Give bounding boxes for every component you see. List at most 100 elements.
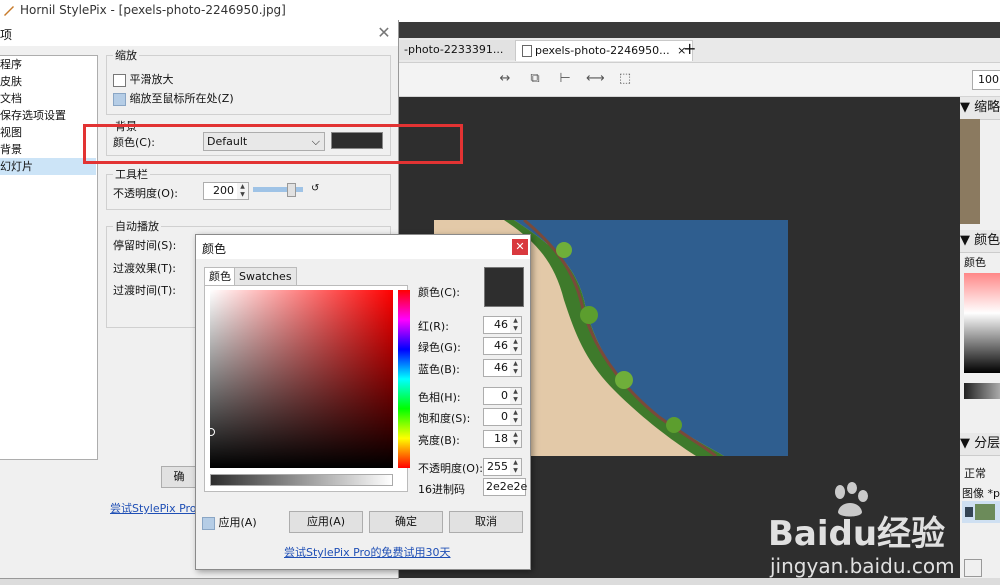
color-field-label: 饱和度(S): [418,412,471,425]
document-tabbar: -photo-2233391... pexels-photo-2246950..… [398,38,1000,63]
hex-input[interactable]: 2e2e2e [483,478,527,496]
blend-mode[interactable]: 正常 [964,465,986,481]
color-field-input[interactable]: 18 [483,430,512,448]
color-field-label: 亮度(B): [418,434,460,447]
opacity-spinner[interactable]: ▲ ▼ [237,182,249,200]
app-icon [4,6,14,16]
free-trial-link[interactable]: 尝试StylePix Pro的免费试用30天 [284,544,451,560]
options-titlebar: 项 ✕ [0,20,398,46]
current-color-swatch [484,267,524,307]
color-field-spinner[interactable]: ▲ ▼ [510,337,522,355]
tab-label: -photo-2233391... [404,43,504,56]
tab-photo-2233391[interactable]: -photo-2233391... [398,40,523,60]
color-picker-panel [204,285,410,492]
arrange-icon[interactable]: ⧉ [526,71,544,87]
smooth-zoom-checkbox[interactable]: 平滑放大 [113,71,174,87]
reset-icon[interactable]: ↺ [311,183,319,194]
color-field-spinner[interactable]: ▲ ▼ [510,430,522,448]
zoom-group-title: 缩放 [113,47,139,63]
ok-button[interactable]: 确定 [369,511,443,533]
flip-horizontal-icon[interactable]: ↔ [496,71,514,87]
toolbar-group-title: 工具栏 [113,166,150,182]
alpha-slider[interactable] [210,474,393,486]
toolbar-opacity-input[interactable]: 200 [203,182,238,200]
checkbox-box [113,92,126,106]
watermark-brand: Baidu经验 [768,514,946,554]
thumbnail-preview [960,119,980,224]
nav-item[interactable]: 皮肤 [0,73,96,90]
options-nav-list: 程序 皮肤 文档 保存选项设置 视图 背景 幻灯片 [0,55,98,460]
stay-time-label: 停留时间(S): [113,239,177,252]
align-left-icon[interactable]: ⊢ [556,71,574,87]
opacity-label: 不透明度(O): [113,187,178,200]
nav-item[interactable]: 程序 [0,56,96,73]
color-field-input[interactable]: 0 [483,408,512,426]
zoom-group: 缩放 平滑放大 缩放至鼠标所在处(Z) [106,47,391,115]
watermark-url: jingyan.baidu.com [770,554,955,578]
toolbar: ↔ ⧉ ⊢ ⟷ ⬚ [398,63,1000,97]
nav-item[interactable]: 保存选项设置 [0,107,96,124]
color-panel-tab[interactable]: 颜色 [964,254,986,270]
checkbox-box [113,73,126,87]
color-field-input[interactable]: 46 [483,337,512,355]
color-field-spinner[interactable]: ▲ ▼ [510,458,522,476]
color-panel-header[interactable]: ▼ 颜色 [960,230,1000,253]
thumbnail-panel-header[interactable]: ▼ 缩略 [960,97,1000,120]
color-field-label: 红(R): [418,320,449,333]
layers-panel-header[interactable]: ▼ 分层 [960,433,1000,456]
watermark: Baidu经验 jingyan.baidu.com [768,480,1000,585]
color-field-label: 色相(H): [418,391,461,404]
nav-item[interactable]: 视图 [0,124,96,141]
app-titlebar: Hornil StylePix - [pexels-photo-2246950.… [0,0,1000,22]
distribute-icon[interactable]: ⟷ [586,71,605,87]
current-color-label: 颜色(C): [418,286,460,299]
apply-checkbox[interactable]: 应用(A) [202,514,257,530]
zoom-input[interactable]: 100 [972,70,1000,90]
color-dialog-title: 颜色 [202,242,227,256]
close-icon[interactable]: ✕ [512,239,528,255]
tab-color[interactable]: 颜色 [204,267,236,286]
color-field[interactable] [964,273,1000,373]
ok-button[interactable]: 确 [161,466,197,488]
add-tab-button[interactable]: + [683,39,696,58]
checkbox-box [202,516,215,530]
color-field-label: 绿色(G): [418,341,461,354]
nav-item[interactable]: 背景 [0,141,96,158]
hex-label: 16进制码 [418,483,465,496]
nav-item[interactable]: 文档 [0,90,96,107]
alpha-strip[interactable] [964,383,1000,399]
color-field-spinner[interactable]: ▲ ▼ [510,387,522,405]
tab-photo-2246950[interactable]: pexels-photo-2246950... × [515,40,693,61]
color-field-spinner[interactable]: ▲ ▼ [510,359,522,377]
apply-button[interactable]: 应用(A) [289,511,363,533]
hue-slider[interactable] [398,290,410,468]
color-field-spinner[interactable]: ▲ ▼ [510,316,522,334]
tab-swatches[interactable]: Swatches [234,267,297,286]
color-dialog: 颜色 ✕ 颜色 Swatches 颜色(C): 16进制码 2e2e2e 应用(… [195,234,531,570]
options-title: 项 [0,28,13,42]
highlight-annotation [83,124,463,164]
color-field-input[interactable]: 255 [483,458,512,476]
saturation-value-field[interactable] [207,290,393,468]
cancel-button[interactable]: 取消 [449,511,523,533]
color-dialog-titlebar: 颜色 ✕ [196,235,530,259]
color-field-input[interactable]: 0 [483,387,512,405]
opacity-slider-handle[interactable] [287,183,296,197]
color-field-input[interactable]: 46 [483,359,512,377]
toolbar-group: 工具栏 不透明度(O): 200 ▲ ▼ ↺ [106,166,391,210]
picker-cursor[interactable] [207,428,215,436]
color-field-label: 蓝色(B): [418,363,460,376]
document-icon [522,45,532,57]
nav-item[interactable]: 幻灯片 [0,158,96,175]
color-field-input[interactable]: 46 [483,316,512,334]
transition-time-label: 过渡时间(T): [113,284,177,297]
transition-effect-label: 过渡效果(T): [113,262,177,275]
tab-label: pexels-photo-2246950... [535,44,670,57]
autoplay-group-title: 自动播放 [113,218,161,234]
try-pro-link[interactable]: 尝试StylePix ProE [110,500,203,516]
close-icon[interactable]: ✕ [374,23,394,43]
color-field-label: 不透明度(O): [418,462,483,475]
color-field-spinner[interactable]: ▲ ▼ [510,408,522,426]
zoom-to-mouse-checkbox[interactable]: 缩放至鼠标所在处(Z) [113,90,234,106]
crop-canvas-icon[interactable]: ⬚ [616,71,634,87]
